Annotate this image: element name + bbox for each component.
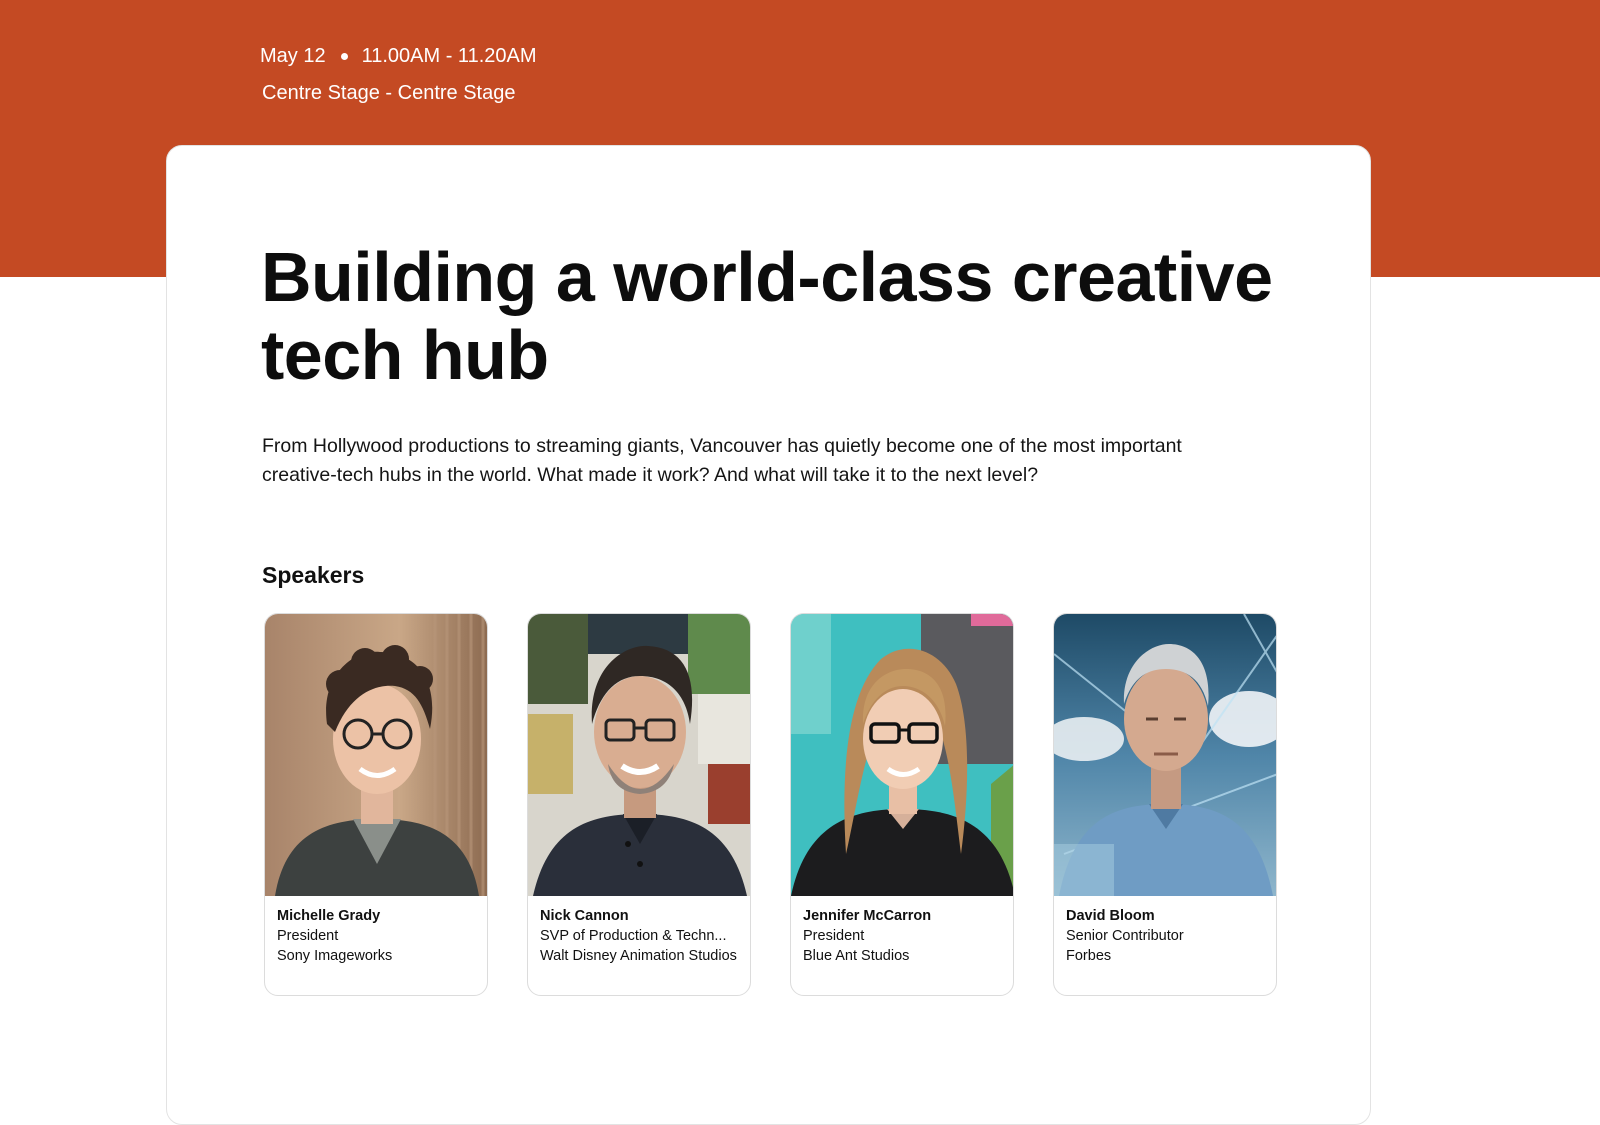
speaker-company: Walt Disney Animation Studios [540, 948, 737, 964]
speakers-heading: Speakers [262, 562, 365, 588]
speaker-card-david-bloom[interactable]: David Bloom Senior Contributor Forbes [1053, 613, 1277, 996]
speaker-company: Forbes [1066, 948, 1112, 964]
separator-dot-icon [340, 52, 348, 60]
speaker-photo [791, 614, 1013, 896]
speaker-info: Jennifer McCarron President Blue Ant Stu… [791, 896, 1013, 966]
speaker-card-michelle-grady[interactable]: Michelle Grady President Sony Imageworks [264, 613, 488, 996]
speaker-info: David Bloom Senior Contributor Forbes [1054, 896, 1276, 966]
speaker-name: Michelle Grady [277, 908, 381, 924]
speaker-photo [265, 614, 487, 896]
event-location: Centre Stage - Centre Stage [262, 82, 516, 104]
speaker-photo [528, 614, 750, 896]
event-meta: May 12 11.00AM - 11.20AM Centre Stage - … [260, 42, 537, 107]
speaker-role: President [277, 928, 339, 944]
speaker-name: Nick Cannon [540, 908, 629, 924]
speaker-company: Sony Imageworks [277, 948, 393, 964]
speaker-info: Michelle Grady President Sony Imageworks [265, 896, 487, 966]
event-date: May 12 [260, 45, 326, 67]
speaker-role: Senior Contributor [1066, 928, 1184, 944]
speaker-name: David Bloom [1066, 908, 1155, 924]
speakers-list: Michelle Grady President Sony Imageworks [264, 613, 1277, 996]
session-title: Building a world-class creative tech hub [261, 238, 1273, 394]
speaker-photo [1054, 614, 1276, 896]
event-datetime: May 12 11.00AM - 11.20AM [260, 42, 537, 70]
speaker-info: Nick Cannon SVP of Production & Techn...… [528, 896, 750, 966]
session-card: Building a world-class creative tech hub… [166, 145, 1371, 1125]
event-time: 11.00AM - 11.20AM [361, 45, 537, 67]
session-description: From Hollywood productions to streaming … [262, 435, 1182, 486]
speaker-card-jennifer-mccarron[interactable]: Jennifer McCarron President Blue Ant Stu… [790, 613, 1014, 996]
speaker-name: Jennifer McCarron [803, 908, 932, 924]
speaker-card-nick-cannon[interactable]: Nick Cannon SVP of Production & Techn...… [527, 613, 751, 996]
speaker-role: President [803, 928, 865, 944]
speaker-company: Blue Ant Studios [803, 948, 910, 964]
speaker-role: SVP of Production & Techn... [540, 928, 727, 944]
